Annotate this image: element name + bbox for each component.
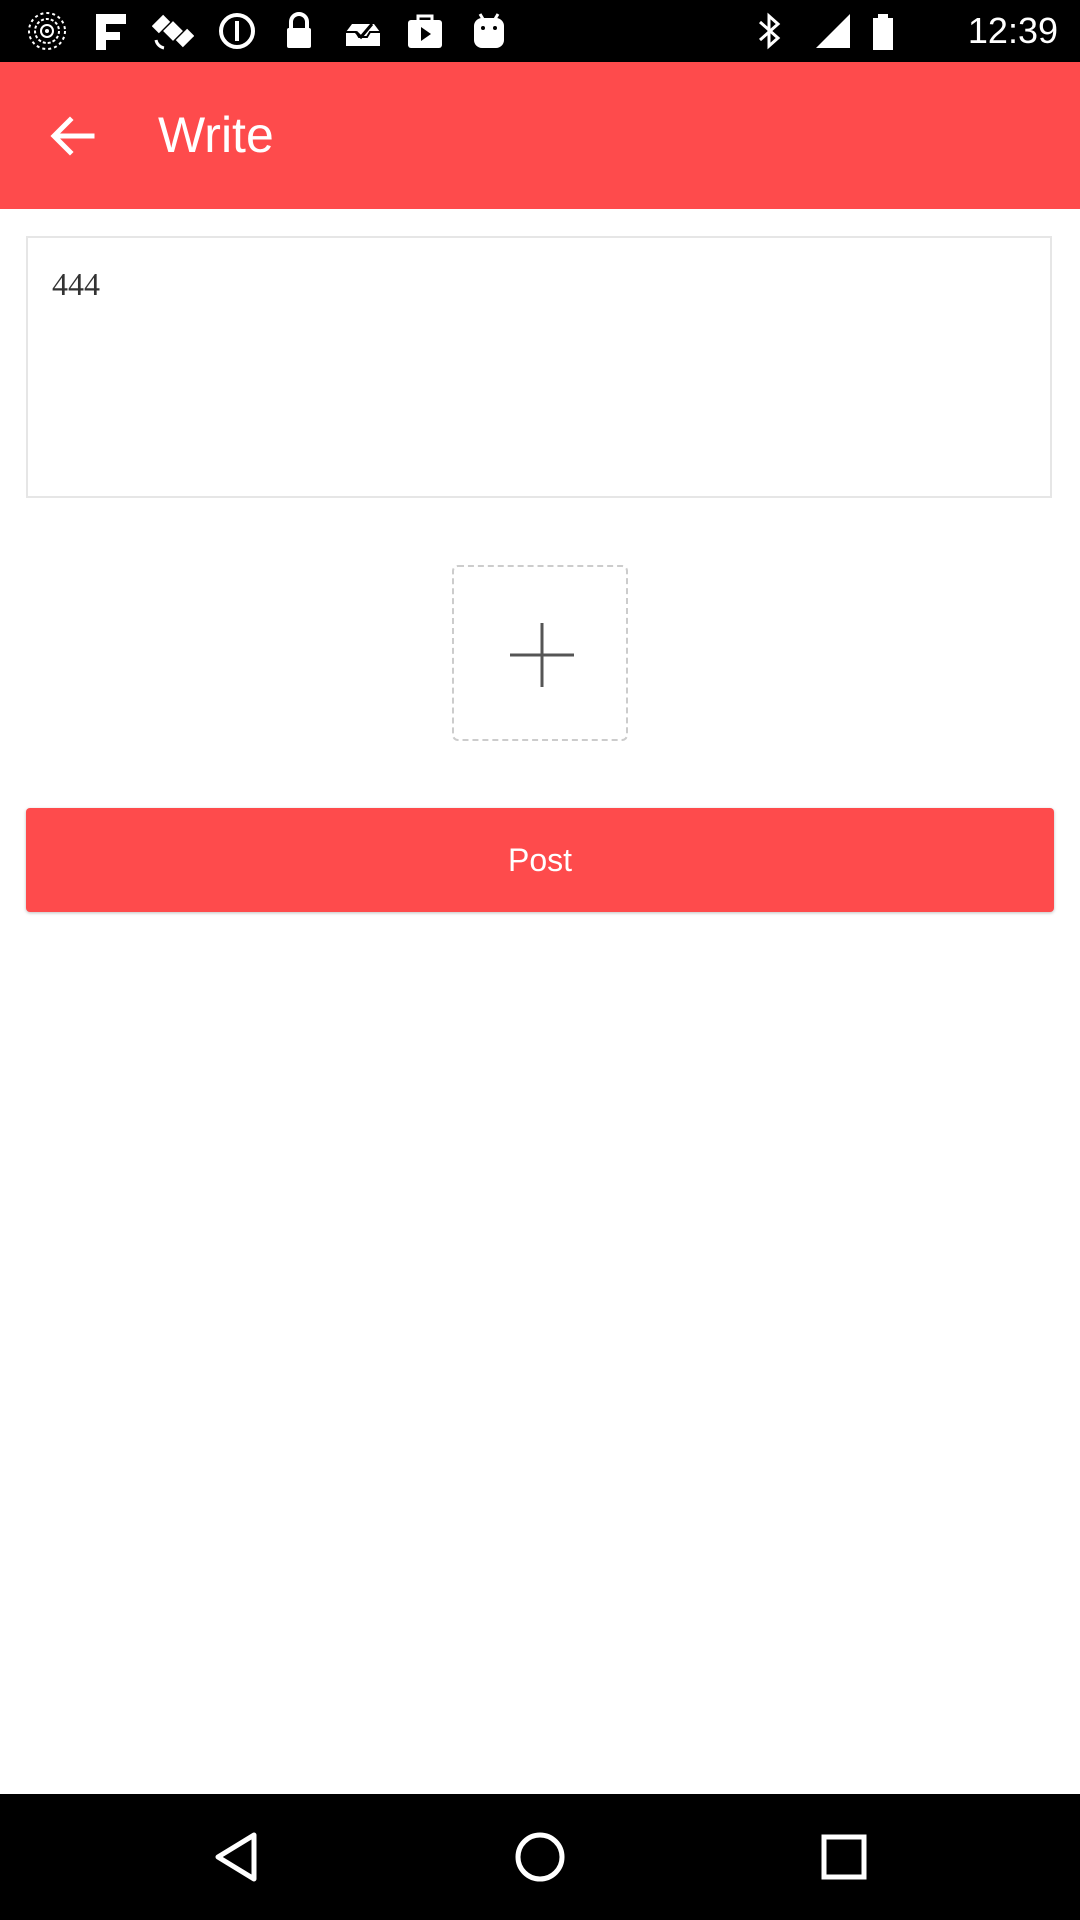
arrow-back-icon — [50, 116, 95, 156]
post-text-input[interactable]: 444 — [26, 236, 1052, 498]
app-bar: Write — [0, 62, 1080, 209]
lock-icon — [278, 10, 320, 52]
radar-icon — [26, 10, 68, 52]
status-time: 12:39 — [967, 10, 1058, 51]
add-image-button[interactable] — [452, 565, 628, 741]
recents-square-icon[interactable] — [816, 1829, 872, 1885]
android-icon — [468, 10, 510, 52]
alert-circle-icon — [216, 10, 258, 52]
navigation-bar — [0, 1794, 1080, 1920]
battery-icon — [862, 10, 904, 52]
play-store-icon — [404, 10, 446, 52]
back-button[interactable] — [36, 99, 110, 173]
satellite-icon — [152, 10, 194, 52]
bluetooth-icon — [748, 10, 790, 52]
post-button[interactable]: Post — [26, 808, 1054, 912]
page-title: Write — [158, 107, 274, 163]
inbox-check-icon — [342, 10, 384, 52]
plus-icon — [510, 623, 574, 687]
status-bar: 12:39 — [0, 0, 1080, 62]
fake-gps-icon — [90, 10, 132, 52]
signal-icon — [812, 10, 854, 52]
home-circle-icon[interactable] — [512, 1829, 568, 1885]
back-triangle-icon[interactable] — [210, 1829, 266, 1885]
